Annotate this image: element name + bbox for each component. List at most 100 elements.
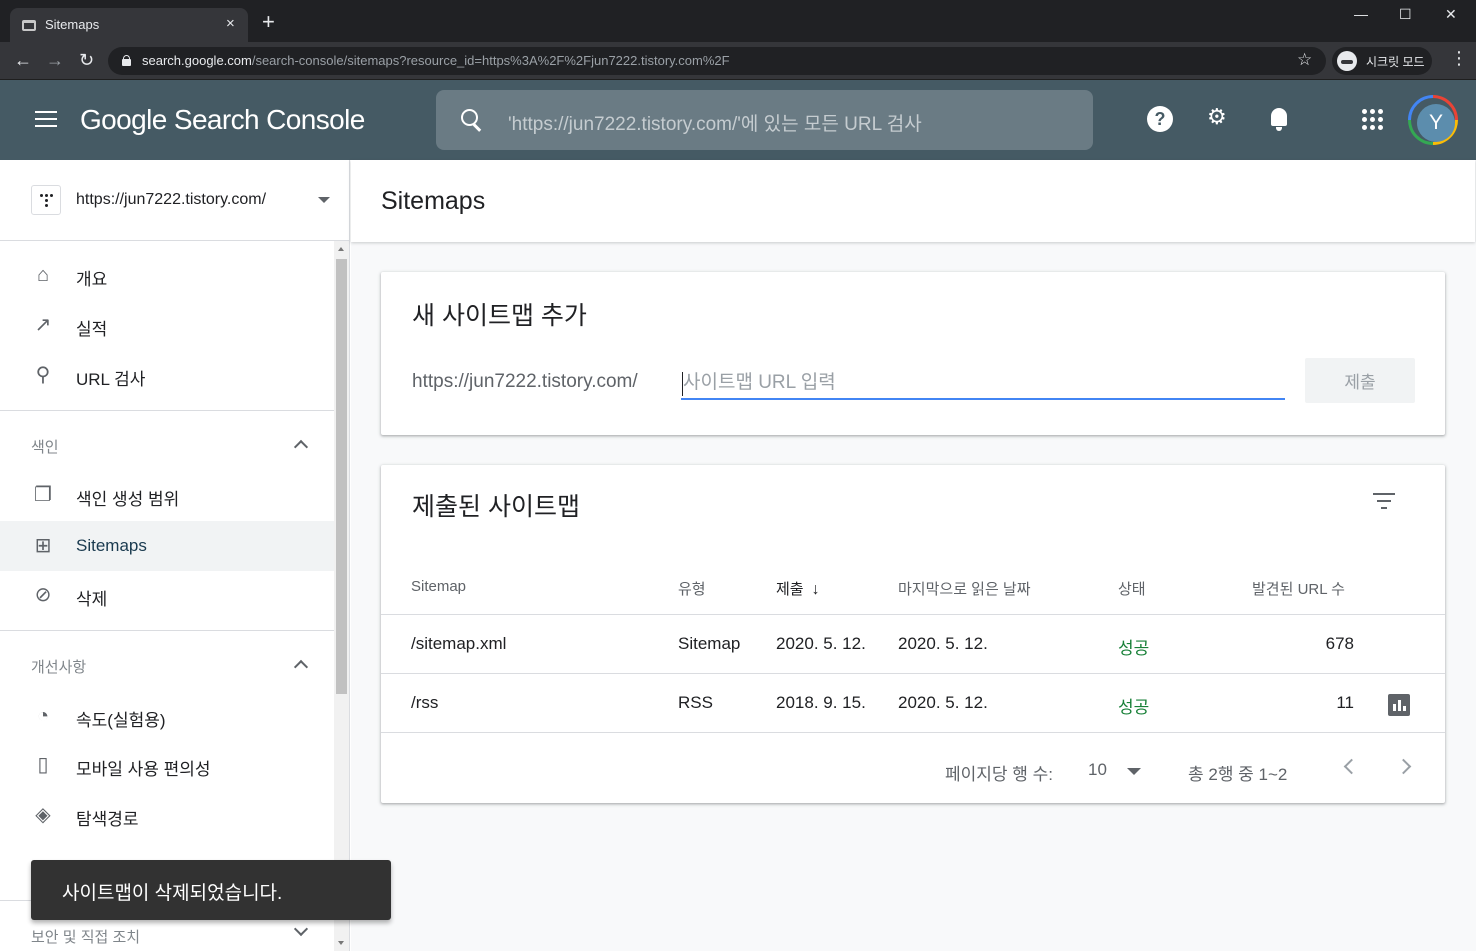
apps-grid-icon[interactable] — [1362, 109, 1383, 130]
nav-item-removals[interactable]: ⊘ 삭제 — [0, 570, 334, 620]
scrollbar-thumb[interactable] — [336, 259, 347, 694]
new-tab-button[interactable]: + — [262, 11, 275, 33]
section-security-header[interactable]: 보안 및 직접 조치 — [0, 916, 334, 951]
layers-icon: ◈ — [35, 804, 51, 826]
nav-item-breadcrumbs[interactable]: ◈ 탐색경로 — [0, 790, 334, 840]
chevron-right-icon[interactable] — [1395, 758, 1412, 775]
app-logo[interactable]: Google Search Console — [80, 104, 365, 136]
section-enhancements-header[interactable]: 개선사항 — [0, 646, 334, 686]
dropdown-caret-icon[interactable] — [1127, 768, 1141, 775]
sort-descending-icon: ↓ — [811, 581, 820, 598]
app-header: Google Search Console 'https://jun7222.t… — [0, 80, 1476, 160]
browser-menu-icon[interactable]: ⋮ — [1450, 48, 1468, 69]
nav-item-mobile-usability[interactable]: ▯ 모바일 사용 편의성 — [0, 740, 334, 790]
notifications-bell-icon[interactable] — [1268, 106, 1290, 132]
url-text[interactable]: search.google.com/search-console/sitemap… — [142, 53, 730, 68]
snackbar: 사이트맵이 삭제되었습니다. — [31, 860, 391, 920]
tab-close-icon[interactable]: × — [226, 15, 235, 32]
browser-tab[interactable]: Sitemaps × — [10, 8, 248, 42]
url-inspect-search[interactable]: 'https://jun7222.tistory.com/'에 있는 모든 UR… — [436, 90, 1093, 150]
add-sitemap-title: 새 사이트맵 추가 — [412, 302, 587, 330]
table-pagination: 페이지당 행 수: 10 총 2행 중 1~2 — [381, 733, 1445, 803]
divider — [0, 410, 334, 411]
incognito-label: 시크릿 모드 — [1366, 55, 1425, 69]
speed-icon: ◔ — [36, 705, 50, 727]
column-header-type[interactable]: 유형 — [678, 578, 706, 599]
cell-type: RSS — [678, 693, 713, 712]
chevron-up-icon — [293, 659, 309, 675]
chevron-left-icon[interactable] — [1343, 758, 1360, 775]
cell-status: 성공 — [1118, 639, 1150, 658]
nav-item-speed[interactable]: ◔ 속도(실험용) — [0, 691, 334, 741]
scroll-up-arrow-icon[interactable] — [338, 247, 344, 251]
tab-title: Sitemaps — [45, 17, 100, 32]
cell-last-read: 2020. 5. 12. — [898, 634, 988, 653]
bar-chart-icon[interactable] — [1388, 694, 1410, 716]
column-header-last-read[interactable]: 마지막으로 읽은 날짜 — [898, 578, 1031, 599]
section-index-header[interactable]: 색인 — [0, 426, 334, 466]
minimize-button[interactable]: — — [1354, 6, 1368, 22]
copy-pages-icon: ❐ — [34, 484, 52, 506]
submitted-sitemaps-card: 제출된 사이트맵 Sitemap 유형 제출 ↓ 마지막으로 읽은 날짜 상태 발… — [381, 465, 1445, 803]
home-icon: ⌂ — [36, 264, 50, 286]
add-sitemap-card: 새 사이트맵 추가 https://jun7222.tistory.com/ 제… — [381, 272, 1445, 435]
address-bar: ← → ↻ search.google.com/search-console/s… — [0, 42, 1476, 80]
text-cursor — [682, 372, 683, 396]
incognito-indicator[interactable]: 시크릿 모드 — [1332, 47, 1432, 75]
scroll-down-arrow-icon[interactable] — [338, 941, 344, 945]
property-selector[interactable]: https://jun7222.tistory.com/ — [0, 160, 349, 241]
help-icon[interactable]: ? — [1147, 106, 1173, 132]
cell-sitemap: /sitemap.xml — [411, 634, 507, 653]
column-header-submitted[interactable]: 제출 ↓ — [776, 578, 820, 599]
nav-item-performance[interactable]: ↗ 실적 — [0, 300, 334, 350]
submitted-sitemaps-title: 제출된 사이트맵 — [412, 493, 580, 521]
property-url: https://jun7222.tistory.com/ — [76, 191, 267, 208]
section-label: 개선사항 — [31, 659, 87, 676]
manage-users-icon[interactable]: ⚙ — [1207, 104, 1227, 130]
cell-discovered-urls: 11 — [1336, 693, 1354, 712]
bookmark-star-icon[interactable]: ☆ — [1297, 50, 1312, 70]
tab-favicon-icon — [22, 20, 36, 31]
sidebar: https://jun7222.tistory.com/ ⌂ 개요 ↗ 실적 ⚲… — [0, 160, 350, 951]
reload-button[interactable]: ↻ — [79, 50, 94, 70]
nav-label: 탐색경로 — [76, 810, 139, 829]
nav-item-overview[interactable]: ⌂ 개요 — [0, 250, 334, 300]
column-label: 제출 — [776, 581, 804, 598]
maximize-button[interactable]: ☐ — [1399, 6, 1412, 23]
sitemap-url-input[interactable] — [681, 368, 1285, 400]
lock-icon[interactable] — [122, 55, 131, 66]
forward-button[interactable]: → — [46, 50, 64, 70]
search-icon — [460, 108, 484, 132]
visibility-off-icon: ⊘ — [34, 584, 52, 606]
omnibox[interactable]: search.google.com/search-console/sitemap… — [108, 47, 1326, 75]
back-button[interactable]: ← — [14, 50, 32, 70]
hamburger-menu-icon[interactable] — [35, 111, 57, 128]
cell-submitted: 2018. 9. 15. — [776, 693, 866, 712]
browser-tab-bar: Sitemaps × + — ☐ ✕ — [0, 0, 1476, 42]
snackbar-message: 사이트맵이 삭제되었습니다. — [62, 883, 283, 904]
rows-per-page-select[interactable]: 10 — [1088, 760, 1107, 780]
table-row[interactable]: /rss RSS 2018. 9. 15. 2020. 5. 12. 성공 11 — [381, 674, 1445, 733]
sidebar-scrollbar[interactable] — [334, 241, 349, 951]
column-header-sitemap[interactable]: Sitemap — [411, 578, 466, 595]
nav-item-sitemaps[interactable]: ⊞ Sitemaps — [0, 521, 334, 571]
cell-submitted: 2020. 5. 12. — [776, 634, 866, 653]
rows-per-page-label: 페이지당 행 수: — [945, 765, 1054, 784]
nav-item-coverage[interactable]: ❐ 색인 생성 범위 — [0, 470, 334, 520]
table-row[interactable]: /sitemap.xml Sitemap 2020. 5. 12. 2020. … — [381, 615, 1445, 674]
column-header-status[interactable]: 상태 — [1118, 578, 1146, 599]
nav-label: Sitemaps — [76, 536, 147, 555]
avatar-letter: Y — [1417, 104, 1455, 142]
mobile-icon: ▯ — [37, 754, 49, 776]
submit-button[interactable]: 제출 — [1305, 358, 1415, 403]
property-favicon-icon — [31, 185, 61, 215]
account-avatar[interactable]: Y — [1408, 95, 1458, 145]
cell-status: 성공 — [1118, 698, 1150, 717]
search-placeholder: 'https://jun7222.tistory.com/'에 있는 모든 UR… — [508, 114, 922, 135]
cell-type: Sitemap — [678, 634, 741, 653]
nav-item-url-inspection[interactable]: ⚲ URL 검사 — [0, 350, 334, 400]
window-close-button[interactable]: ✕ — [1445, 6, 1457, 23]
filter-list-icon[interactable] — [1373, 493, 1395, 509]
table-header: Sitemap 유형 제출 ↓ 마지막으로 읽은 날짜 상태 발견된 URL 수 — [381, 550, 1445, 615]
column-header-discovered-urls[interactable]: 발견된 URL 수 — [1252, 578, 1345, 599]
